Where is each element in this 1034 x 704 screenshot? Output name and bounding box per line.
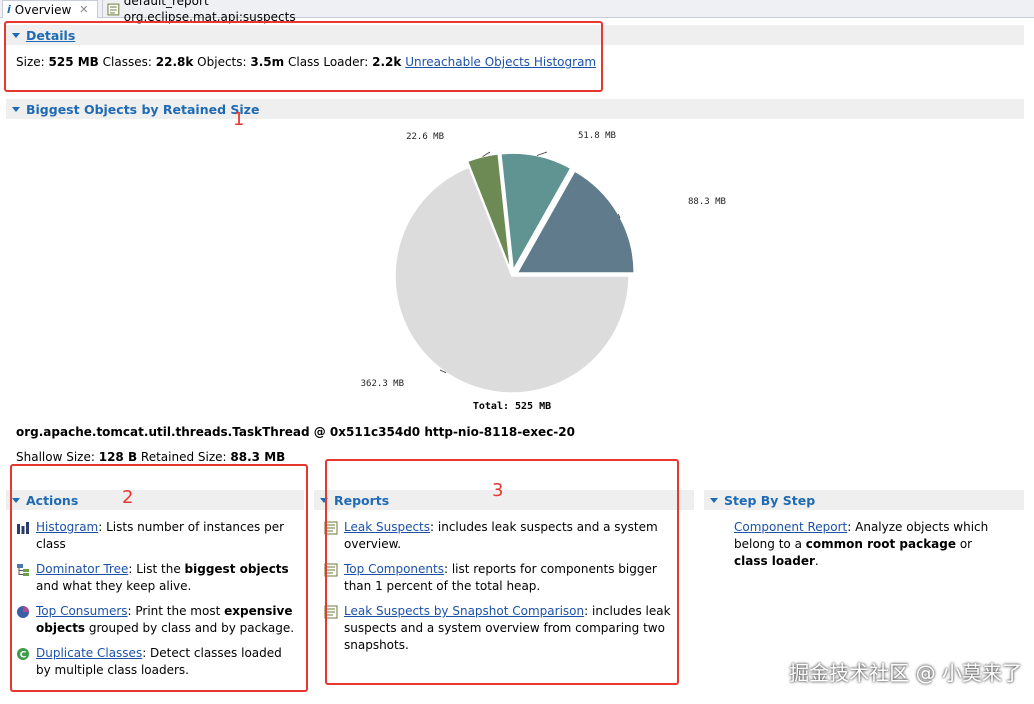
pie-leader-line (536, 151, 548, 156)
biggest-objects-title: Biggest Objects by Retained Size (26, 101, 260, 117)
details-section-header[interactable]: Details (6, 25, 1024, 45)
watermark: 掘金技术社区 @ 小莫来了 (789, 661, 1022, 685)
annotation-number-3: 3 (492, 480, 504, 501)
chevron-down-icon[interactable] (12, 107, 20, 112)
chevron-down-icon[interactable] (320, 498, 328, 503)
pie-slice-label: 362.3 MB (361, 379, 404, 389)
tab-default-report[interactable]: default_report org.eclipse.mat.api:suspe… (102, 0, 384, 24)
pie-total-label: Total: 525 MB (473, 401, 551, 412)
actions-title: Actions (26, 492, 79, 508)
top-components-link[interactable]: Top Components (344, 562, 444, 576)
duplicate-classes-link[interactable]: Duplicate Classes (36, 646, 142, 660)
reports-section-header[interactable]: Reports (314, 490, 694, 510)
action-item-dominator-tree: Dominator Tree: List the biggest objects… (16, 561, 296, 595)
report-icon (324, 521, 338, 535)
info-icon: i (7, 2, 11, 16)
leak-suspects-link[interactable]: Leak Suspects (344, 520, 430, 534)
component-report-link[interactable]: Component Report (734, 520, 847, 534)
selected-object-sizes: Shallow Size: 128 B Retained Size: 88.3 … (16, 450, 286, 464)
dominator-tree-link[interactable]: Dominator Tree (36, 562, 128, 576)
top-consumers-icon (17, 606, 29, 618)
tab-label: default_report org.eclipse.mat.api:suspe… (123, 0, 296, 24)
reports-title: Reports (334, 492, 390, 508)
tab-overview[interactable]: i Overview ✕ (2, 0, 98, 18)
action-item-histogram: Histogram: Lists number of instances per… (16, 519, 296, 553)
svg-text:C: C (20, 651, 27, 661)
annotation-number-1: 1 (233, 109, 245, 130)
report-icon (324, 563, 338, 577)
dominator-tree-icon (17, 564, 29, 576)
close-icon[interactable]: ✕ (79, 2, 88, 18)
histogram-link[interactable]: Histogram (36, 520, 98, 534)
unreachable-histogram-link[interactable]: Unreachable Objects Histogram (405, 55, 596, 69)
action-item-duplicate-classes: C Duplicate Classes: Detect classes load… (16, 645, 296, 679)
step-by-step-section-header[interactable]: Step By Step (704, 490, 1024, 510)
chevron-down-icon[interactable] (12, 33, 20, 38)
report-item-top-components: Top Components: list reports for compone… (324, 561, 674, 595)
report-item-snapshot-comparison: Leak Suspects by Snapshot Comparison: in… (324, 603, 674, 654)
selected-object-name: org.apache.tomcat.util.threads.TaskThrea… (16, 425, 575, 439)
pie-slice-label: 88.3 MB (688, 197, 726, 207)
editor-tab-bar: i Overview ✕ default_report org.eclipse.… (0, 0, 1034, 24)
chevron-down-icon[interactable] (12, 498, 20, 503)
annotation-number-2: 2 (122, 487, 134, 508)
tab-label: Overview (14, 2, 72, 17)
details-title: Details (26, 27, 76, 43)
actions-section-header[interactable]: Actions (6, 490, 304, 510)
step-item-component-report: Component Report: Analyze objects which … (734, 520, 989, 568)
retained-size-pie-chart: 88.3 MB 51.8 MB 22.6 MB 362.3 MB Total: 525 … (340, 120, 740, 420)
pie-chart-svg: 88.3 MB 51.8 MB 22.6 MB 362.3 MB Total: 525 … (361, 131, 726, 412)
details-summary: Size: 525 MB Classes: 22.8k Objects: 3.5… (16, 55, 597, 69)
biggest-objects-section-header[interactable]: Biggest Objects by Retained Size (6, 99, 1024, 119)
top-consumers-link[interactable]: Top Consumers (36, 604, 128, 618)
chevron-down-icon[interactable] (710, 498, 718, 503)
report-icon (107, 3, 120, 15)
step-by-step-title: Step By Step (724, 492, 816, 508)
report-item-leak-suspects: Leak Suspects: includes leak suspects an… (324, 519, 674, 553)
duplicate-classes-icon: C (17, 648, 29, 661)
snapshot-comparison-link[interactable]: Leak Suspects by Snapshot Comparison (344, 604, 584, 618)
report-icon (324, 605, 338, 619)
action-item-top-consumers: Top Consumers: Print the most expensive … (16, 603, 296, 637)
pie-slice-label: 51.8 MB (578, 131, 616, 141)
pie-slice-label: 22.6 MB (406, 132, 444, 142)
histogram-icon (17, 522, 29, 534)
